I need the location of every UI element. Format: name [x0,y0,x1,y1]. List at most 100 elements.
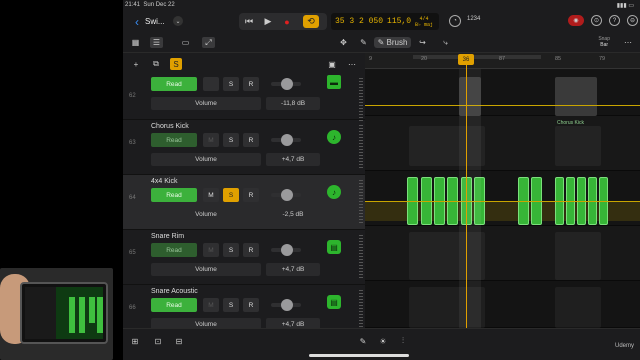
track-lane[interactable] [365,281,640,328]
automation-read-button[interactable]: Read [151,188,197,202]
automation-value[interactable]: -11,8 dB [266,97,320,110]
library-icon[interactable]: ⊞ [129,335,141,347]
automation-value[interactable]: +4,7 dB [266,153,320,166]
help-icon[interactable]: ? [609,15,620,26]
add-track-button[interactable]: + [130,58,142,70]
automation-read-button[interactable]: Read [151,243,197,257]
automation-parameter-select[interactable]: Volume [151,208,261,221]
resize-handle[interactable] [359,290,363,328]
automation-read-button[interactable]: Read [151,133,197,147]
volume-knob[interactable] [281,78,293,90]
tracks-area[interactable]: 9 20 87 85 79 36 Chorus Kick [365,53,640,328]
track-row-selected[interactable]: 64 4x4 Kick Read M S R Volume -2,5 dB ♪ [123,175,365,230]
record-enable-button[interactable]: R [243,188,259,202]
record-enable-button[interactable]: R [243,298,259,312]
track-lane[interactable] [365,69,640,116]
bar-ruler[interactable]: 9 20 87 85 79 36 [365,53,640,69]
record-enable-button[interactable]: R [243,133,259,147]
volume-knob[interactable] [281,134,293,146]
curve-tool-icon[interactable]: ↪ [416,37,429,48]
automation-read-button[interactable]: Read [151,298,197,312]
window-icon[interactable]: ▭ [179,37,192,48]
count-in-button[interactable]: 1234 [467,16,480,22]
home-indicator[interactable] [309,354,409,357]
automation-parameter-select[interactable]: Volume [151,318,261,328]
solo-button[interactable]: S [223,243,239,257]
catch-playhead-icon[interactable]: ⤷ [439,37,452,48]
solo-button[interactable]: S [223,298,239,312]
project-title[interactable]: Swi... [145,17,165,26]
mute-button[interactable]: M [203,133,219,147]
record-enable-button[interactable]: R [243,243,259,257]
region[interactable] [555,77,597,116]
volume-knob[interactable] [281,244,293,256]
solo-button[interactable]: S [223,188,239,202]
resize-handle[interactable] [359,180,363,224]
automation-value[interactable]: -2,5 dB [266,208,320,221]
play-button[interactable]: ▶ [260,15,276,28]
grid-view-icon[interactable]: ▦ [129,37,142,48]
track-more-icon[interactable]: ⋯ [346,58,358,70]
solo-button[interactable]: S [223,77,239,91]
metronome-icon[interactable]: ◔ [449,15,461,27]
automation-parameter-select[interactable]: Volume [151,263,261,276]
minimize-icon[interactable]: ⊖ [627,15,638,26]
track-row[interactable]: 63 Chorus Kick Read M S R Volume +4,7 dB… [123,120,365,175]
region[interactable] [555,126,601,166]
automation-read-button[interactable]: Read [151,77,197,91]
mute-button[interactable] [203,77,219,91]
cycle-button[interactable]: ⟲ [303,15,319,28]
resize-handle[interactable] [359,125,363,169]
snap-selector[interactable]: Snap Bar [598,36,610,48]
track-row[interactable]: 65 Snare Rim Read M S R Volume +4,7 dB ▤ [123,230,365,285]
playhead-flag[interactable]: 36 [458,54,474,65]
smart-controls-icon[interactable]: ☀ [377,335,389,347]
solo-button[interactable]: S [223,133,239,147]
track-lane[interactable] [365,226,640,281]
lcd-display[interactable]: 35 3 2 050 115,0 4/4 B♭ maj [331,13,439,30]
pen-icon[interactable]: ✎ [357,335,369,347]
duplicate-track-icon[interactable]: ⧉ [150,58,162,70]
automation-line[interactable] [365,105,640,106]
region[interactable] [555,232,601,280]
automation-icon[interactable]: ⤢ [202,37,215,48]
move-tool-icon[interactable]: ✥ [337,37,350,48]
browser-icon[interactable]: ⊡ [152,335,164,347]
back-button[interactable]: ‹ [131,15,143,29]
automation-line[interactable] [365,201,640,202]
track-options-icon[interactable]: ▣ [326,58,338,70]
automation-parameter-select[interactable]: Volume [151,97,261,110]
record-status-icon[interactable]: ◉ [568,15,584,26]
rewind-button[interactable]: ⏮ [241,15,257,28]
mute-button[interactable]: M [203,298,219,312]
more-icon[interactable]: ⋯ [622,37,634,48]
track-row[interactable]: 62 Read S R Volume -11,8 dB ▬ [123,75,365,122]
tracks-view-icon[interactable]: ☰ [150,37,163,48]
record-enable-button[interactable]: R [243,77,259,91]
pencil-tool-icon[interactable]: ✎ [357,37,370,48]
mixer-icon[interactable]: ⫶ [397,335,409,347]
track-row[interactable]: 66 Snare Acoustic Read M S R Volume +4,7… [123,285,365,328]
playhead[interactable] [466,65,467,328]
mute-button[interactable]: M [203,188,219,202]
solo-all-button[interactable]: S [170,58,182,70]
logic-app: 21:41 Sun Dec 22 ▮▮▮ ▭ ‹ Swi... ⌄ ⏮ ▶ ● … [123,0,640,360]
region[interactable] [555,287,601,328]
mute-button[interactable]: M [203,243,219,257]
snare-drum-icon: ▤ [327,240,341,254]
brush-tool-button[interactable]: ✎ Brush [374,37,411,48]
automation-value[interactable]: +4,7 dB [266,318,320,328]
editor-icon[interactable]: ⊟ [173,335,185,347]
track-lane[interactable]: Chorus Kick [365,116,640,171]
volume-knob[interactable] [281,189,293,201]
cycle-region[interactable] [413,55,541,59]
automation-value[interactable]: +4,7 dB [266,263,320,276]
settings-icon[interactable]: ⊙ [591,15,602,26]
resize-handle[interactable] [359,78,363,122]
volume-knob[interactable] [281,299,293,311]
record-button[interactable]: ● [279,15,295,28]
chevron-down-icon[interactable]: ⌄ [173,16,183,26]
track-lane-selected[interactable] [365,171,640,226]
resize-handle[interactable] [359,235,363,279]
automation-parameter-select[interactable]: Volume [151,153,261,166]
